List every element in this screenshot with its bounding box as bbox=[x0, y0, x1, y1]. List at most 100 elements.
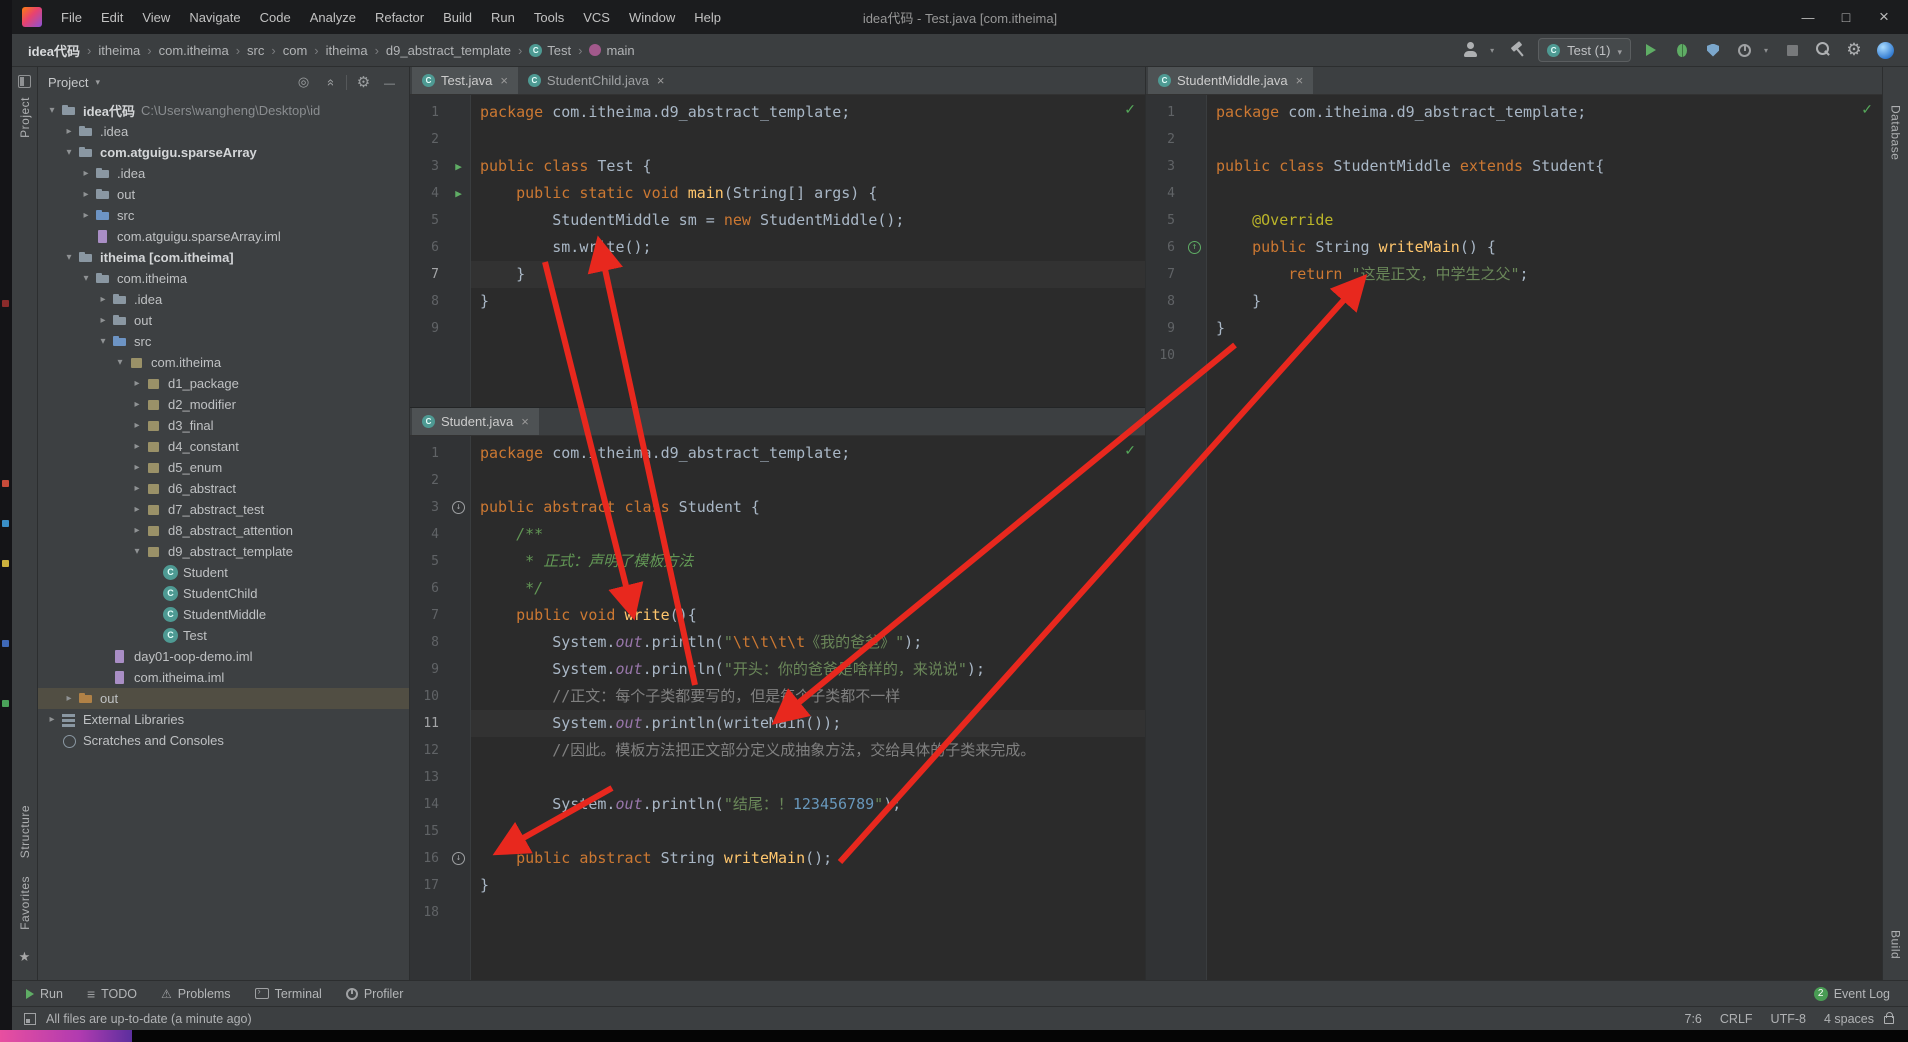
ide-globe-button[interactable] bbox=[1874, 39, 1896, 61]
stop-button[interactable] bbox=[1781, 39, 1803, 61]
code-line-17[interactable]: 17} bbox=[410, 872, 1145, 899]
settings-gear-icon[interactable] bbox=[1843, 39, 1865, 61]
tree-item-com.itheima[interactable]: ▾ com.itheima bbox=[38, 352, 409, 373]
tree-item-External Libraries[interactable]: ▸ External Libraries bbox=[38, 709, 409, 730]
lock-icon[interactable] bbox=[1884, 1012, 1894, 1024]
tree-chevron-icon[interactable]: ▸ bbox=[61, 693, 77, 704]
breadcrumb-item-com.itheima[interactable]: com.itheima bbox=[155, 41, 233, 60]
code-line-16[interactable]: 16 ↓ public abstract String writeMain(); bbox=[410, 845, 1145, 872]
menu-item-view[interactable]: View bbox=[133, 6, 179, 29]
code-line-4[interactable]: 4 /** bbox=[410, 521, 1145, 548]
tree-chevron-icon[interactable]: ▸ bbox=[95, 294, 111, 305]
tree-chevron-icon[interactable]: ▸ bbox=[129, 420, 145, 431]
gear-icon[interactable] bbox=[354, 73, 373, 91]
tree-item-StudentMiddle[interactable]: C StudentMiddle bbox=[38, 604, 409, 625]
tree-item-Scratches and Consoles[interactable]: Scratches and Consoles bbox=[38, 730, 409, 751]
code-line-3[interactable]: 3 ↓ public abstract class Student { bbox=[410, 494, 1145, 521]
tab-close-icon[interactable] bbox=[521, 415, 529, 428]
code-line-8[interactable]: 8 } bbox=[1146, 288, 1882, 315]
chevron-down-icon[interactable] bbox=[1490, 46, 1498, 55]
close-button[interactable] bbox=[1866, 4, 1902, 30]
editor-tab-StudentMiddle.java[interactable]: C StudentMiddle.java bbox=[1148, 67, 1314, 94]
code-line-4[interactable]: 4 bbox=[1146, 180, 1882, 207]
menu-item-window[interactable]: Window bbox=[620, 6, 684, 29]
menu-item-file[interactable]: File bbox=[52, 6, 91, 29]
code-line-9[interactable]: 9 bbox=[410, 315, 1145, 342]
tool-stripe-project[interactable]: Project bbox=[18, 97, 32, 138]
coverage-button[interactable] bbox=[1702, 39, 1724, 61]
tree-chevron-icon[interactable]: ▸ bbox=[129, 378, 145, 389]
tree-item-src[interactable]: ▾ src bbox=[38, 331, 409, 352]
search-icon[interactable] bbox=[1812, 39, 1834, 61]
code-line-11[interactable]: 11 System.out.println(writeMain()); bbox=[410, 710, 1145, 737]
breadcrumb-item-idea代码[interactable]: idea代码 bbox=[24, 39, 84, 62]
toolwindow-switcher-icon[interactable] bbox=[24, 1012, 36, 1025]
breadcrumb-item-com[interactable]: com bbox=[279, 41, 312, 60]
code-line-4[interactable]: 4 ▶ public static void main(String[] args… bbox=[410, 180, 1145, 207]
code-line-9[interactable]: 9} bbox=[1146, 315, 1882, 342]
run-gutter-icon[interactable]: ▶ bbox=[455, 188, 462, 199]
code-editor-test[interactable]: 1 package com.itheima.d9_abstract_templat… bbox=[410, 95, 1145, 407]
breadcrumb-item-itheima[interactable]: itheima bbox=[94, 41, 144, 60]
tree-item-d8_abstract_attention[interactable]: ▸ d8_abstract_attention bbox=[38, 520, 409, 541]
collapse-all-icon[interactable] bbox=[320, 75, 339, 90]
toolwindow-button-run[interactable]: Run bbox=[26, 987, 63, 1001]
code-line-6[interactable]: 6 ↑ public String writeMain() { bbox=[1146, 234, 1882, 261]
status-message[interactable]: All files are up-to-date (a minute ago) bbox=[46, 1012, 252, 1026]
tool-stripe-database[interactable]: Database bbox=[1889, 105, 1903, 160]
code-line-1[interactable]: 1 package com.itheima.d9_abstract_templat… bbox=[1146, 99, 1882, 126]
code-line-5[interactable]: 5 StudentMiddle sm = new StudentMiddle()… bbox=[410, 207, 1145, 234]
tree-chevron-icon[interactable]: ▾ bbox=[112, 357, 128, 368]
menu-item-analyze[interactable]: Analyze bbox=[301, 6, 365, 29]
editor-tab-StudentChild.java[interactable]: C StudentChild.java bbox=[518, 67, 675, 94]
tree-item-d2_modifier[interactable]: ▸ d2_modifier bbox=[38, 394, 409, 415]
tree-chevron-icon[interactable]: ▸ bbox=[129, 399, 145, 410]
menu-item-build[interactable]: Build bbox=[434, 6, 481, 29]
status-UTF-8[interactable]: UTF-8 bbox=[1771, 1012, 1806, 1026]
tree-item-d1_package[interactable]: ▸ d1_package bbox=[38, 373, 409, 394]
menu-item-run[interactable]: Run bbox=[482, 6, 524, 29]
locate-file-icon[interactable] bbox=[294, 74, 313, 90]
code-line-7[interactable]: 7 } bbox=[410, 261, 1145, 288]
profiler-button[interactable] bbox=[1733, 39, 1755, 61]
code-line-3[interactable]: 3 public class StudentMiddle extends Stud… bbox=[1146, 153, 1882, 180]
minimize-button[interactable] bbox=[1790, 4, 1826, 30]
tree-item-com.itheima[interactable]: ▾ com.itheima bbox=[38, 268, 409, 289]
toolwindow-icon[interactable] bbox=[18, 75, 31, 88]
code-line-5[interactable]: 5 * 正式：声明了模板方法 bbox=[410, 548, 1145, 575]
toolwindow-button-todo[interactable]: TODO bbox=[87, 986, 137, 1002]
tree-chevron-icon[interactable]: ▸ bbox=[95, 315, 111, 326]
tree-chevron-icon[interactable]: ▸ bbox=[129, 483, 145, 494]
chevron-down-icon[interactable] bbox=[95, 77, 100, 88]
toolwindow-button-profiler[interactable]: Profiler bbox=[345, 987, 403, 1001]
tree-item-d7_abstract_test[interactable]: ▸ d7_abstract_test bbox=[38, 499, 409, 520]
menu-item-help[interactable]: Help bbox=[685, 6, 730, 29]
code-line-7[interactable]: 7 public void write(){ bbox=[410, 602, 1145, 629]
breadcrumb-item-d9_abstract_template[interactable]: d9_abstract_template bbox=[382, 41, 515, 60]
tree-chevron-icon[interactable]: ▸ bbox=[61, 126, 77, 137]
run-gutter-icon[interactable]: ▶ bbox=[455, 161, 462, 172]
code-line-18[interactable]: 18 bbox=[410, 899, 1145, 926]
tree-item-d5_enum[interactable]: ▸ d5_enum bbox=[38, 457, 409, 478]
tree-item-itheima [com.itheima][interactable]: ▾ itheima [com.itheima] bbox=[38, 247, 409, 268]
tree-item-out[interactable]: ▸ out bbox=[38, 184, 409, 205]
tree-item-com.atguigu.sparseArray[interactable]: ▾ com.atguigu.sparseArray bbox=[38, 142, 409, 163]
code-line-10[interactable]: 10 bbox=[1146, 342, 1882, 369]
toolwindow-button-terminal[interactable]: Terminal bbox=[254, 986, 322, 1001]
status-4-spaces[interactable]: 4 spaces bbox=[1824, 1012, 1874, 1026]
toolwindow-button-event-log[interactable]: 2 Event Log bbox=[1813, 986, 1890, 1001]
tree-chevron-icon[interactable]: ▸ bbox=[129, 504, 145, 515]
tree-item-com.atguigu.sparseArray.iml[interactable]: com.atguigu.sparseArray.iml bbox=[38, 226, 409, 247]
breadcrumb-item-main[interactable]: main bbox=[585, 41, 638, 60]
tab-close-icon[interactable] bbox=[500, 74, 508, 87]
breadcrumb-item-src[interactable]: src bbox=[243, 41, 268, 60]
tree-chevron-icon[interactable]: ▸ bbox=[129, 441, 145, 452]
tree-chevron-icon[interactable]: ▾ bbox=[95, 336, 111, 347]
tab-close-icon[interactable] bbox=[1296, 74, 1304, 87]
menu-item-code[interactable]: Code bbox=[251, 6, 300, 29]
breadcrumb-item-itheima[interactable]: itheima bbox=[322, 41, 372, 60]
code-line-6[interactable]: 6 */ bbox=[410, 575, 1145, 602]
toolwindow-button-problems[interactable]: Problems bbox=[161, 987, 231, 1001]
code-line-8[interactable]: 8 System.out.println("\t\t\t\t《我的爸爸》"); bbox=[410, 629, 1145, 656]
tree-item-d3_final[interactable]: ▸ d3_final bbox=[38, 415, 409, 436]
